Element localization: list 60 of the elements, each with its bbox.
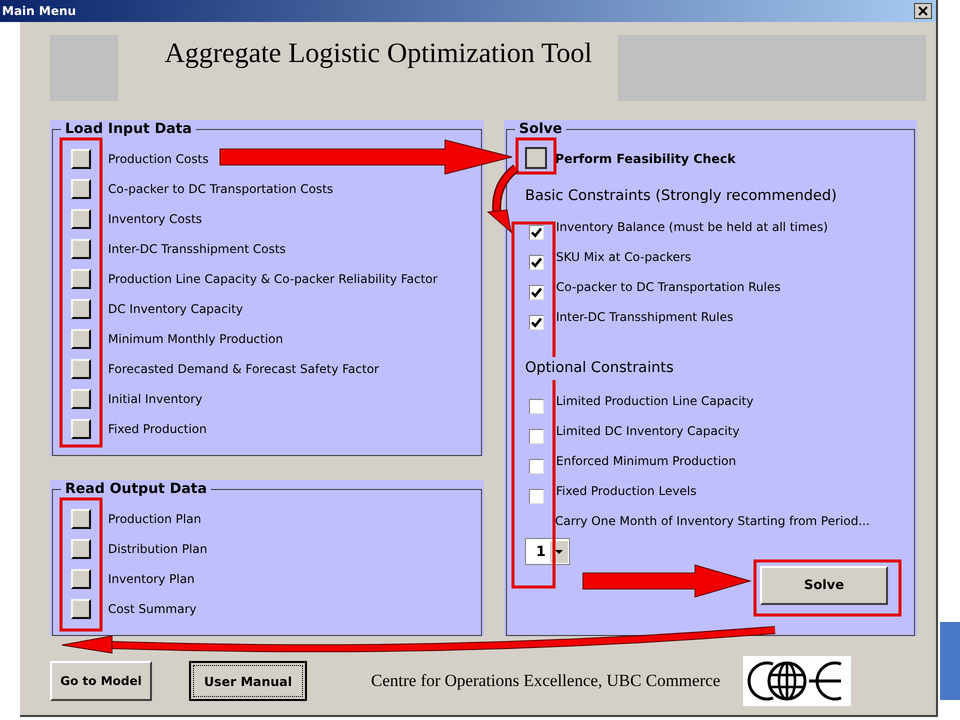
checkbox[interactable] [529, 489, 544, 504]
read-button[interactable] [71, 569, 91, 589]
solve-button[interactable]: Solve [760, 566, 888, 605]
item-label: Cost Summary [108, 602, 196, 616]
load-button[interactable] [71, 389, 91, 409]
period-dropdown[interactable]: 1 [525, 538, 570, 565]
item-label: Initial Inventory [108, 392, 202, 406]
checkbox[interactable] [529, 225, 544, 240]
load-button[interactable] [71, 419, 91, 439]
checkbox-label: Limited DC Inventory Capacity [556, 424, 740, 438]
read-button[interactable] [71, 539, 91, 559]
item-label: Minimum Monthly Production [108, 332, 284, 346]
load-button[interactable] [71, 149, 91, 169]
item-label: Production Line Capacity & Co-packer Reliability Factor [108, 272, 438, 286]
checkbox-label: SKU Mix at Co-packers [556, 250, 692, 264]
item-label: Co-packer to DC Transportation Costs [108, 182, 334, 196]
item-label: Inter-DC Transshipment Costs [108, 242, 286, 256]
checkbox[interactable] [529, 315, 544, 330]
item-label: Distribution Plan [108, 542, 208, 556]
checkbox[interactable] [529, 285, 544, 300]
load-button[interactable] [71, 239, 91, 259]
checkbox[interactable] [529, 399, 544, 414]
close-icon[interactable] [914, 3, 932, 19]
checkbox-label: Limited Production Line Capacity [556, 394, 754, 408]
checkbox-label: Inter-DC Transshipment Rules [556, 310, 734, 324]
toggle-button[interactable] [525, 147, 547, 169]
section-heading: Basic Constraints (Strongly recommended) [525, 188, 837, 204]
item-label: Forecasted Demand & Forecast Safety Factor [108, 362, 379, 376]
item-label: Inventory Plan [108, 572, 195, 586]
credit-text: Centre for Operations Excellence, UBC Commerce [371, 671, 720, 691]
item-label: Production Plan [108, 512, 202, 526]
group-label: Load Input Data [61, 120, 196, 138]
item-label: Inventory Costs [108, 212, 202, 226]
section-heading: Optional Constraints [525, 360, 674, 376]
checkbox-label: Co-packer to DC Transportation Rules [556, 280, 781, 294]
checkbox-label: Fixed Production Levels [556, 484, 696, 498]
period-label: Carry One Month of Inventory Starting from Period... [555, 514, 870, 528]
load-button[interactable] [71, 269, 91, 289]
item-label: Fixed Production [108, 422, 207, 436]
load-button[interactable] [71, 329, 91, 349]
checkbox-label: Inventory Balance (must be held at all times) [556, 220, 828, 234]
read-button[interactable] [71, 509, 91, 529]
load-button[interactable] [71, 299, 91, 319]
load-button[interactable] [71, 209, 91, 229]
window-title: Main Menu [2, 4, 76, 18]
group-label: Read Output Data [61, 480, 211, 498]
footer-button[interactable]: User Manual [189, 661, 307, 701]
load-button[interactable] [71, 359, 91, 379]
load-button[interactable] [71, 179, 91, 199]
checkbox[interactable] [529, 255, 544, 270]
feasibility-label: Perform Feasibility Check [555, 150, 736, 166]
app-title: Aggregate Logistic Optimization Tool [164, 38, 594, 70]
footer-button[interactable]: Go to Model [50, 661, 152, 701]
item-label: Production Costs [108, 152, 209, 166]
checkbox[interactable] [529, 459, 544, 474]
item-label: DC Inventory Capacity [108, 302, 244, 316]
highlight-frame [516, 138, 556, 174]
checkbox[interactable] [529, 429, 544, 444]
read-button[interactable] [71, 599, 91, 619]
checkbox-label: Enforced Minimum Production [556, 454, 736, 468]
